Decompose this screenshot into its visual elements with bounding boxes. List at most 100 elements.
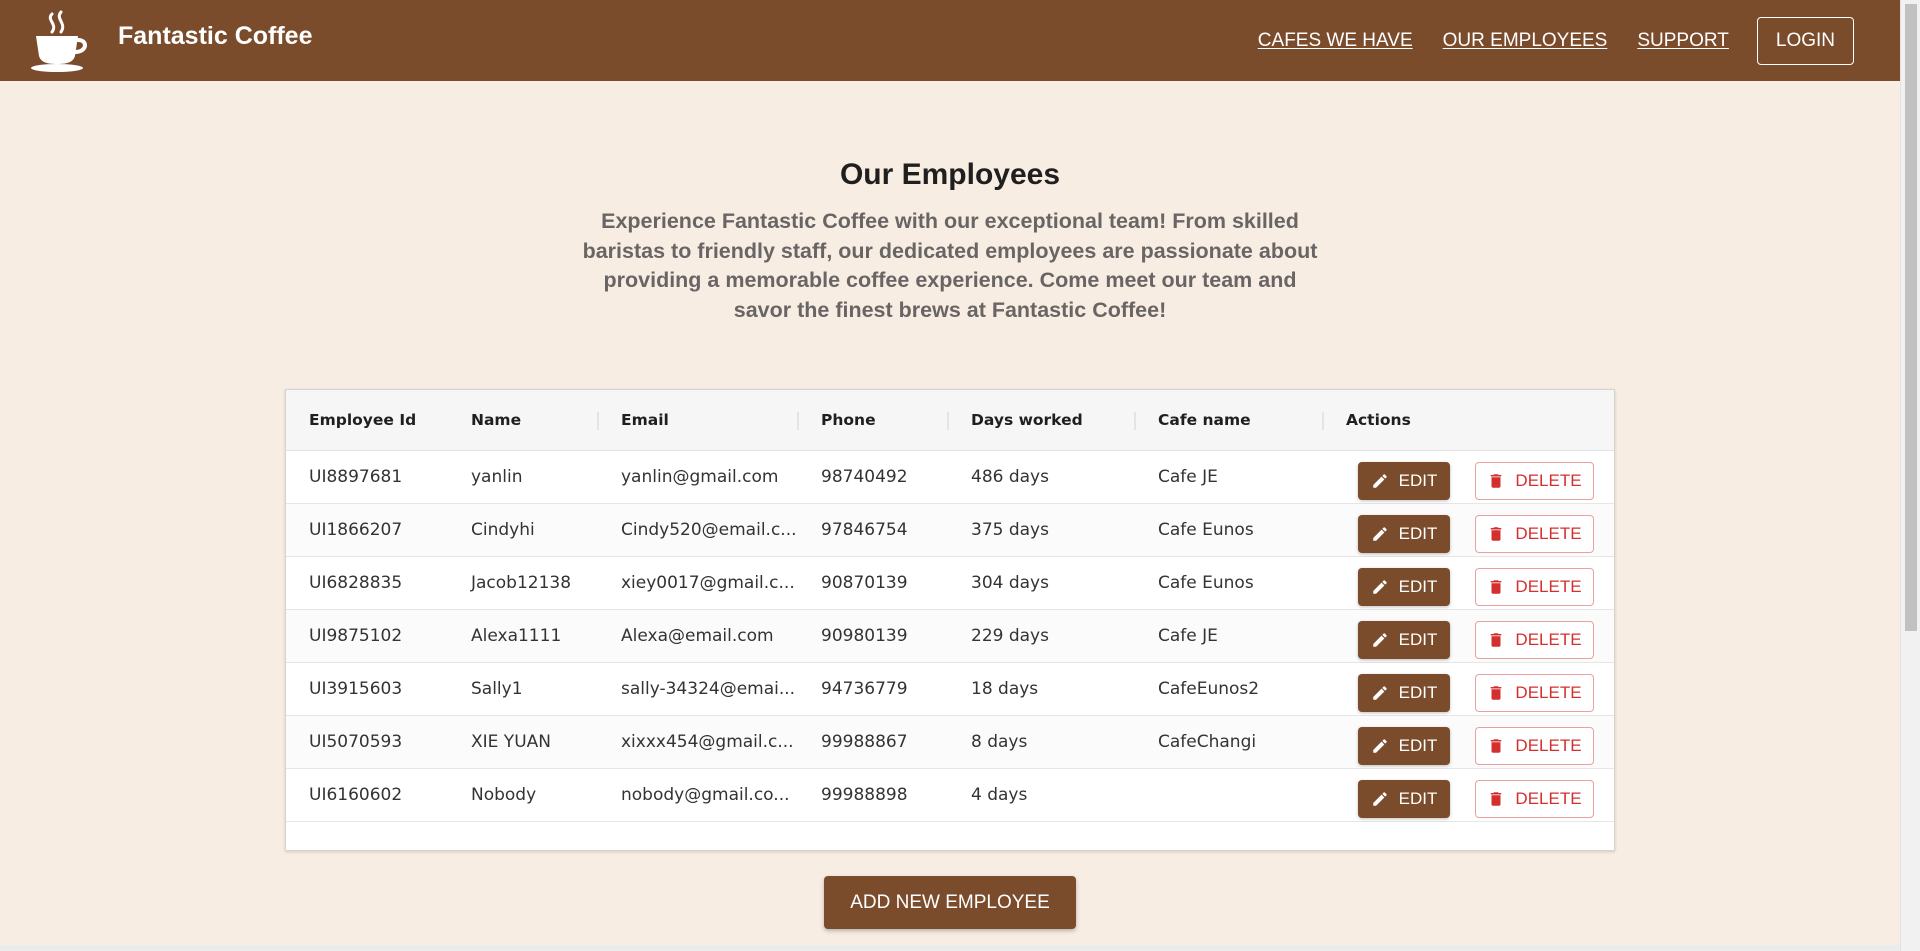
cell-email: Alexa@email.com <box>621 626 774 646</box>
coffee-cup-icon[interactable] <box>28 8 94 74</box>
cell-name: Nobody <box>471 785 537 805</box>
nav-our-employees[interactable]: OUR EMPLOYEES <box>1443 30 1608 52</box>
cell-phone: 90980139 <box>821 626 908 646</box>
table-row: UI9875102 Alexa1111 Alexa@email.com 9098… <box>286 610 1614 663</box>
cell-name: XIE YUAN <box>471 732 551 752</box>
cell-days-worked: 18 days <box>971 679 1039 699</box>
delete-label: DELETE <box>1515 736 1582 755</box>
table-row: UI6828835 Jacob12138 xiey0017@gmail.c...… <box>286 557 1614 610</box>
page: Fantastic Coffee CAFES WE HAVE OUR EMPLO… <box>0 0 1920 951</box>
column-separator[interactable] <box>597 412 599 430</box>
delete-button[interactable]: DELETE <box>1475 780 1594 818</box>
login-button[interactable]: LOGIN <box>1756 16 1854 65</box>
cell-cafe-name: Cafe Eunos <box>1158 573 1254 593</box>
table-header: Employee Id Name Email Phone Days worked… <box>286 390 1614 451</box>
column-header-name[interactable]: Name <box>471 390 521 451</box>
cell-employee-id: UI6828835 <box>309 573 403 593</box>
cell-name: Jacob12138 <box>471 573 572 593</box>
delete-button[interactable]: DELETE <box>1475 568 1594 606</box>
column-header-employee-id[interactable]: Employee Id <box>309 390 416 451</box>
pencil-icon <box>1372 792 1387 806</box>
cell-phone: 99988867 <box>821 732 908 752</box>
cell-email: xiey0017@gmail.c... <box>621 573 795 593</box>
pencil-icon <box>1372 633 1387 647</box>
delete-label: DELETE <box>1515 630 1582 649</box>
table-row: UI8897681 yanlin yanlin@gmail.com 987404… <box>286 451 1614 504</box>
trash-icon <box>1491 527 1502 541</box>
edit-button[interactable]: EDIT <box>1358 780 1450 818</box>
edit-button[interactable]: EDIT <box>1358 674 1450 712</box>
cell-name: Alexa1111 <box>471 626 562 646</box>
pencil-icon <box>1372 580 1387 594</box>
delete-label: DELETE <box>1515 577 1582 596</box>
cell-employee-id: UI5070593 <box>309 732 403 752</box>
cell-cafe-name: Cafe JE <box>1158 467 1218 487</box>
table-row: UI6160602 Nobody nobody@gmail.co... 9998… <box>286 769 1614 822</box>
trash-icon <box>1491 580 1502 594</box>
column-header-days-worked[interactable]: Days worked <box>971 390 1083 451</box>
cell-employee-id: UI1866207 <box>309 520 403 540</box>
main-nav: CAFES WE HAVE OUR EMPLOYEES SUPPORT LOGI… <box>1258 0 1900 81</box>
add-new-employee-button[interactable]: ADD NEW EMPLOYEE <box>824 876 1076 929</box>
edit-label: EDIT <box>1398 736 1438 755</box>
pencil-icon <box>1372 686 1387 700</box>
cell-phone: 97846754 <box>821 520 908 540</box>
column-separator[interactable] <box>947 412 949 430</box>
delete-label: DELETE <box>1515 524 1582 543</box>
cell-employee-id: UI9875102 <box>309 626 403 646</box>
cell-email: nobody@gmail.co... <box>621 785 790 805</box>
employees-table: Employee Id Name Email Phone Days worked… <box>285 389 1615 851</box>
table-row: UI3915603 Sally1 sally-34324@emai... 947… <box>286 663 1614 716</box>
edit-label: EDIT <box>1398 524 1438 543</box>
cell-cafe-name: CafeEunos2 <box>1158 679 1260 699</box>
edit-button[interactable]: EDIT <box>1358 568 1450 606</box>
cell-days-worked: 486 days <box>971 467 1049 487</box>
cell-days-worked: 304 days <box>971 573 1049 593</box>
trash-icon <box>1491 686 1502 700</box>
delete-button[interactable]: DELETE <box>1475 674 1594 712</box>
nav-support[interactable]: SUPPORT <box>1637 30 1729 52</box>
scrollbar-thumb[interactable] <box>1905 4 1917 631</box>
column-header-phone[interactable]: Phone <box>821 390 876 451</box>
delete-label: DELETE <box>1515 683 1582 702</box>
delete-button[interactable]: DELETE <box>1475 727 1594 765</box>
column-separator[interactable] <box>1134 412 1136 430</box>
cell-name: Sally1 <box>471 679 523 699</box>
edit-button[interactable]: EDIT <box>1358 462 1450 500</box>
cell-phone: 98740492 <box>821 467 908 487</box>
edit-label: EDIT <box>1398 577 1438 596</box>
cell-email: xixxx454@gmail.c... <box>621 732 794 752</box>
edit-button[interactable]: EDIT <box>1358 727 1450 765</box>
cell-email: sally-34324@emai... <box>621 679 796 699</box>
column-header-cafe-name[interactable]: Cafe name <box>1158 390 1251 451</box>
delete-label: DELETE <box>1515 471 1582 490</box>
cell-phone: 99988898 <box>821 785 908 805</box>
cell-days-worked: 229 days <box>971 626 1049 646</box>
column-header-email[interactable]: Email <box>621 390 669 451</box>
delete-button[interactable]: DELETE <box>1475 515 1594 553</box>
table-row: UI1866207 Cindyhi Cindy520@email.c... 97… <box>286 504 1614 557</box>
delete-button[interactable]: DELETE <box>1475 621 1594 659</box>
cell-employee-id: UI3915603 <box>309 679 403 699</box>
nav-cafes-we-have[interactable]: CAFES WE HAVE <box>1258 30 1413 52</box>
delete-button[interactable]: DELETE <box>1475 462 1594 500</box>
edit-button[interactable]: EDIT <box>1358 621 1450 659</box>
table-row: UI5070593 XIE YUAN xixxx454@gmail.c... 9… <box>286 716 1614 769</box>
brand-name[interactable]: Fantastic Coffee <box>118 22 312 51</box>
cell-cafe-name: Cafe JE <box>1158 626 1218 646</box>
column-header-actions: Actions <box>1346 411 1411 429</box>
cell-cafe-name: Cafe Eunos <box>1158 520 1254 540</box>
cell-email: Cindy520@email.c... <box>621 520 797 540</box>
edit-button[interactable]: EDIT <box>1358 515 1450 553</box>
cell-days-worked: 375 days <box>971 520 1049 540</box>
delete-label: DELETE <box>1515 789 1582 808</box>
vertical-scrollbar[interactable] <box>1900 0 1920 951</box>
column-separator[interactable] <box>1322 412 1324 430</box>
cell-name: yanlin <box>471 467 523 487</box>
column-separator[interactable] <box>797 412 799 430</box>
cell-days-worked: 4 days <box>971 785 1028 805</box>
edit-label: EDIT <box>1398 683 1438 702</box>
horizontal-scrollbar[interactable] <box>0 945 1900 951</box>
cell-phone: 94736779 <box>821 679 908 699</box>
cell-employee-id: UI6160602 <box>309 785 403 805</box>
